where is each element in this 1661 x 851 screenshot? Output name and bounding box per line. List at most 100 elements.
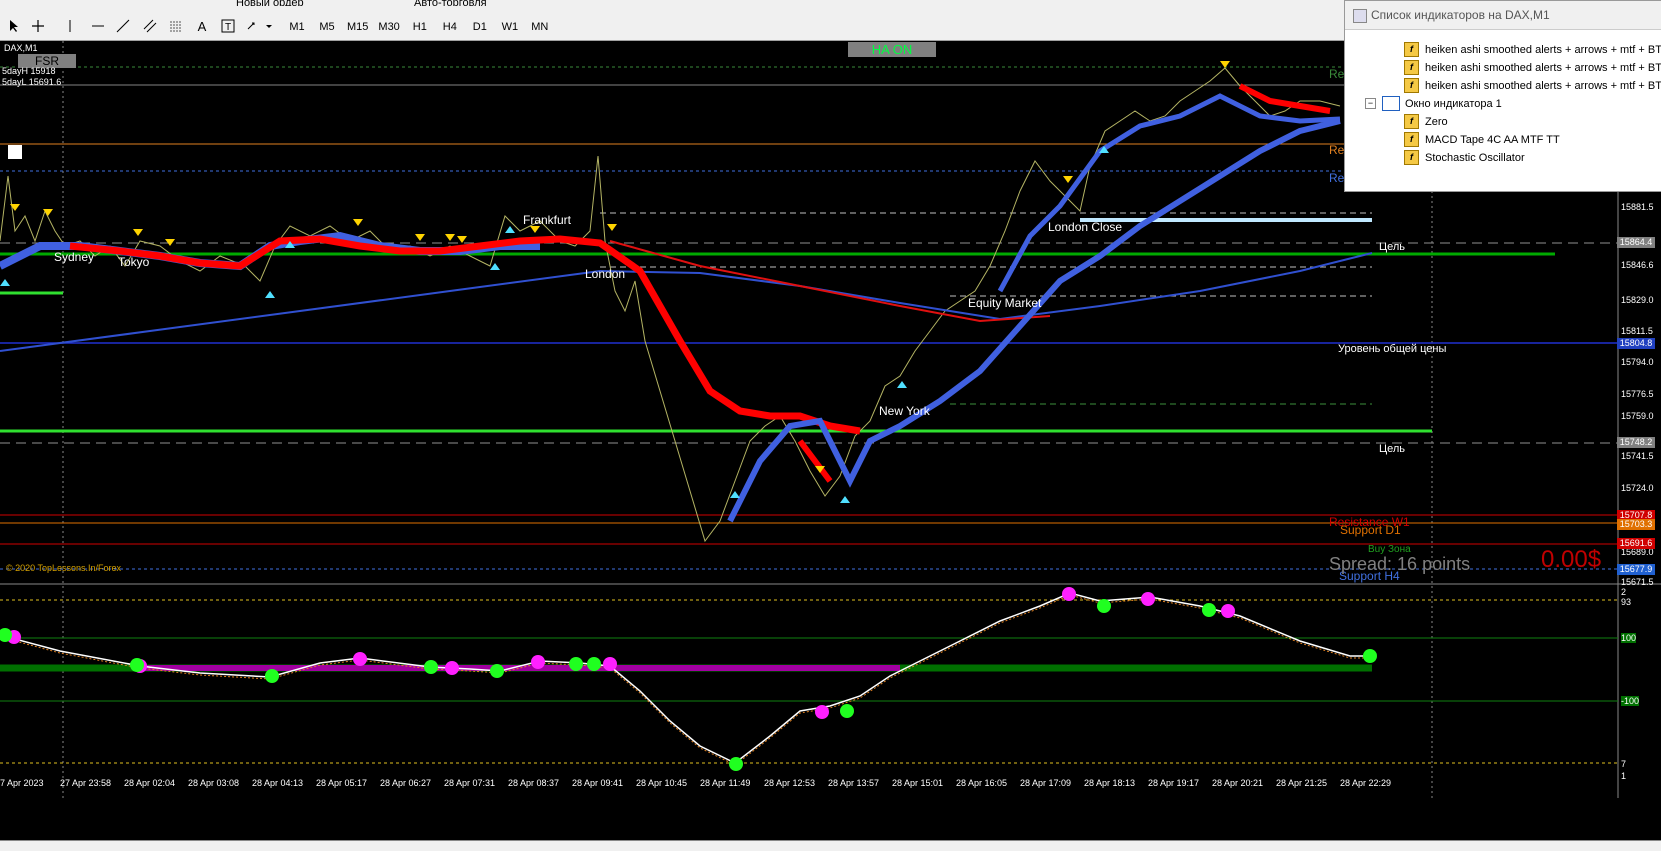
session-london-close: London Close — [1048, 220, 1123, 234]
osc-scale-label: 93 — [1621, 597, 1632, 607]
indicator-window-item[interactable]: − Окно индикатора 1 — [1365, 95, 1502, 112]
time-label: 28 Apr 11:49 — [700, 778, 751, 788]
trendline-icon[interactable] — [113, 16, 133, 36]
indicator-function-icon: f — [1404, 78, 1419, 93]
price-scale-label: 15794.0 — [1621, 357, 1654, 367]
price-tag: 15864.4 — [1617, 237, 1655, 248]
level-re-1: Re — [1329, 67, 1345, 81]
time-label: 28 Apr 08:37 — [508, 778, 560, 788]
indicator-list-title-bar[interactable]: Список индикаторов на DAX,M1 — [1345, 1, 1661, 30]
osc-scale-label: 2 — [1621, 587, 1627, 597]
time-label: 28 Apr 22:29 — [1340, 778, 1392, 788]
price-scale-label: 15829.0 — [1621, 295, 1654, 305]
ha-on-button[interactable]: HA ON — [848, 42, 936, 57]
indicator-item[interactable]: f Zero — [1404, 113, 1448, 130]
price-tag: 15691.6 — [1617, 538, 1655, 549]
channel-icon[interactable] — [140, 16, 160, 36]
text-label-icon[interactable]: T — [218, 16, 238, 36]
time-label: 28 Apr 09:41 — [572, 778, 624, 788]
indicator-item-label: heiken ashi smoothed alerts + arrows + m… — [1425, 61, 1661, 74]
price-scale-label: 15811.5 — [1621, 326, 1653, 336]
time-label: 28 Apr 15:01 — [892, 778, 944, 788]
session-london: London — [585, 267, 626, 281]
timeframe-mn[interactable]: MN — [525, 16, 555, 38]
price-tag: 15748.2 — [1617, 437, 1655, 448]
session-tokyo: Tokyo — [118, 255, 150, 269]
autotrading-label[interactable]: Авто-торговля — [414, 0, 487, 6]
horizontal-line-icon[interactable] — [88, 16, 108, 36]
time-label: 28 Apr 12:53 — [764, 778, 816, 788]
price-scale-label: 15759.0 — [1621, 411, 1654, 421]
time-label: 28 Apr 05:17 — [316, 778, 368, 788]
indicator-window-label: Окно индикатора 1 — [1405, 97, 1502, 110]
level-target-1: Цель — [1379, 241, 1406, 253]
timeframe-w1[interactable]: W1 — [495, 16, 525, 38]
time-label: 27 Apr 23:58 — [60, 778, 112, 788]
price-scale-label: 15724.0 — [1621, 483, 1654, 493]
window-icon — [1353, 9, 1367, 23]
time-label: 28 Apr 03:08 — [188, 778, 240, 788]
indicator-item-label: MACD Tape 4C AA MTF TT — [1425, 133, 1560, 146]
session-sydney: Sydney — [54, 250, 95, 264]
fibonacci-icon[interactable] — [166, 16, 186, 36]
chart-checkbox[interactable] — [8, 145, 22, 159]
indicator-function-icon: f — [1404, 114, 1419, 129]
indicator-item-label: heiken ashi smoothed alerts + arrows + m… — [1425, 43, 1661, 56]
chart-window-icon — [1382, 96, 1400, 111]
price-scale-label: 15741.5 — [1621, 451, 1654, 461]
price-scale-label: 15846.6 — [1621, 260, 1654, 270]
svg-text:T: T — [225, 22, 231, 33]
symbol-label: DAX,M1 — [4, 43, 38, 53]
timeframe-d1[interactable]: D1 — [465, 16, 495, 38]
time-label: 28 Apr 17:09 — [1020, 778, 1072, 788]
time-label: 28 Apr 19:17 — [1148, 778, 1200, 788]
profit-label: 0.00$ — [1541, 546, 1602, 573]
time-label: 28 Apr 07:31 — [444, 778, 496, 788]
crosshair-icon[interactable] — [28, 16, 48, 36]
price-scale-label: 15881.5 — [1621, 202, 1654, 212]
cursor-icon[interactable] — [4, 16, 24, 36]
indicator-function-icon: f — [1404, 42, 1419, 57]
indicator-function-icon: f — [1404, 132, 1419, 147]
time-label: 7 Apr 2023 — [0, 778, 44, 788]
text-icon[interactable]: A — [192, 16, 212, 36]
indicator-item-label: Stochastic Oscillator — [1425, 151, 1525, 164]
copyright-label: © 2020 TopLessons.In/Forex — [6, 563, 122, 573]
vertical-line-icon[interactable] — [60, 16, 80, 36]
new-order-label[interactable]: Новый ордер — [236, 0, 304, 6]
indicator-item[interactable]: f Stochastic Oscillator — [1404, 149, 1525, 166]
time-label: 28 Apr 13:57 — [828, 778, 880, 788]
indicator-item[interactable]: f heiken ashi smoothed alerts + arrows +… — [1404, 77, 1661, 94]
indicator-list-window[interactable]: Список индикаторов на DAX,M1 f heiken as… — [1344, 0, 1661, 192]
time-label: 28 Apr 10:45 — [636, 778, 688, 788]
timeframe-bar: M1 M5 M15 M30 H1 H4 D1 W1 MN — [282, 16, 555, 36]
timeframe-m5[interactable]: M5 — [312, 16, 342, 38]
day-low-label: 5dayL 15691.6 — [2, 77, 62, 87]
price-tag: 15703.3 — [1617, 519, 1655, 530]
status-bar — [0, 840, 1661, 851]
osc-scale-label: 100 — [1621, 633, 1637, 643]
indicator-item[interactable]: f MACD Tape 4C AA MTF TT — [1404, 131, 1560, 148]
indicator-item-label: Zero — [1425, 115, 1448, 128]
indicator-function-icon: f — [1404, 150, 1419, 165]
indicator-item[interactable]: f heiken ashi smoothed alerts + arrows +… — [1404, 41, 1661, 58]
timeframe-m1[interactable]: M1 — [282, 16, 312, 38]
collapse-icon[interactable]: − — [1365, 98, 1376, 109]
osc-scale-label: 7 — [1621, 759, 1627, 769]
indicator-function-icon: f — [1404, 60, 1419, 75]
session-equity-market: Equity Market — [968, 296, 1042, 310]
indicator-item[interactable]: f heiken ashi smoothed alerts + arrows +… — [1404, 59, 1661, 76]
session-new-york: New York — [879, 404, 930, 418]
arrows-dropdown-icon[interactable] — [246, 16, 272, 36]
timeframe-m15[interactable]: M15 — [342, 16, 373, 38]
level-re-2: Re — [1329, 143, 1345, 157]
timeframe-h4[interactable]: H4 — [435, 16, 465, 38]
time-label: 28 Apr 04:13 — [252, 778, 304, 788]
indicator-item-label: heiken ashi smoothed alerts + arrows + m… — [1425, 79, 1661, 92]
toolbar-top-row: Новый ордер Авто-торговля — [0, 0, 560, 6]
time-label: 28 Apr 18:13 — [1084, 778, 1136, 788]
timeframe-m30[interactable]: M30 — [373, 16, 404, 38]
timeframe-h1[interactable]: H1 — [405, 16, 435, 38]
time-label: 28 Apr 06:27 — [380, 778, 432, 788]
day-high-label: 5dayH 15918 — [2, 66, 56, 76]
